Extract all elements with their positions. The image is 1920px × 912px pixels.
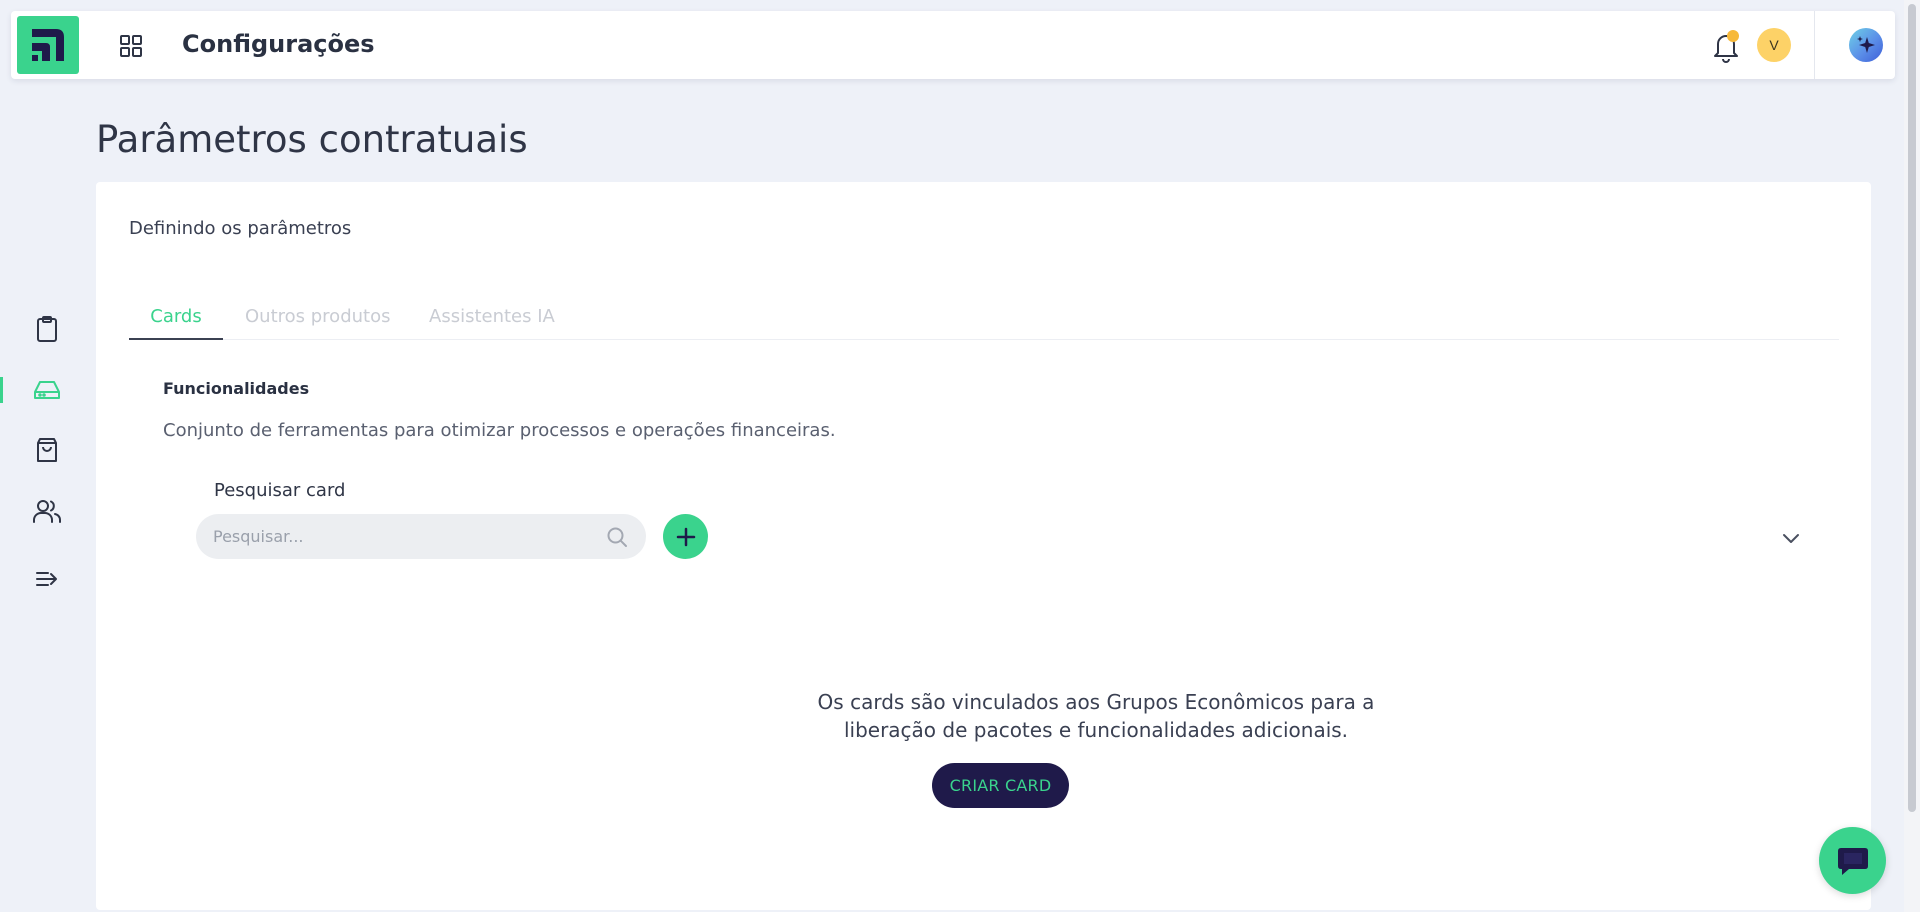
logo-icon: [32, 29, 64, 61]
sidebar-item-contracts[interactable]: [30, 312, 64, 346]
chevron-down-icon[interactable]: [1779, 526, 1803, 550]
top-divider: [1814, 11, 1815, 79]
app-title: Configurações: [182, 30, 375, 58]
card-subtitle: Definindo os parâmetros: [129, 218, 352, 239]
chat-bubble-icon: [1837, 847, 1868, 875]
clipboard-icon: [37, 316, 57, 342]
search-icon[interactable]: [606, 526, 628, 548]
chat-support-button[interactable]: [1819, 827, 1886, 894]
sparkle-icon: [1857, 36, 1875, 53]
add-card-button[interactable]: [663, 514, 708, 559]
notification-dot: [1727, 30, 1739, 42]
search-input[interactable]: [213, 514, 593, 559]
sidebar-item-collapse[interactable]: [30, 562, 64, 596]
users-icon: [33, 500, 62, 523]
search-box: [196, 514, 646, 559]
hard-drive-icon: [34, 381, 60, 399]
section-heading: Funcionalidades: [163, 379, 310, 398]
sidebar-active-indicator: [0, 377, 3, 403]
apps-grid-icon[interactable]: [118, 33, 144, 59]
tab-outros-produtos[interactable]: Outros produtos: [245, 306, 390, 340]
top-bar: Configurações V: [11, 11, 1895, 79]
scrollbar-thumb[interactable]: [1908, 4, 1916, 812]
tab-bar: Cards Outros produtos Assistentes IA: [129, 306, 1839, 340]
user-avatar[interactable]: V: [1757, 28, 1791, 62]
list-arrow-icon: [36, 572, 57, 586]
brand-logo[interactable]: [17, 16, 79, 74]
parameters-card: Definindo os parâmetros Cards Outros pro…: [96, 182, 1871, 910]
shopping-bag-icon: [37, 438, 57, 462]
ai-assistant-button[interactable]: [1849, 28, 1883, 62]
create-card-button[interactable]: CRIAR CARD: [932, 763, 1069, 808]
page-title: Parâmetros contratuais: [96, 118, 528, 161]
sidebar-item-users[interactable]: [30, 494, 64, 528]
sidebar-item-products[interactable]: [30, 433, 64, 467]
sidebar-item-parameters[interactable]: [30, 373, 64, 407]
empty-state-text: Os cards são vinculados aos Grupos Econô…: [696, 688, 1496, 744]
page-scrollbar[interactable]: [1904, 0, 1920, 912]
empty-state-line-2: liberação de pacotes e funcionalidades a…: [843, 718, 1349, 742]
plus-icon: [676, 527, 695, 546]
section-description: Conjunto de ferramentas para otimizar pr…: [163, 420, 836, 441]
search-label: Pesquisar card: [214, 480, 346, 501]
empty-state-line-1: Os cards são vinculados aos Grupos Econô…: [817, 690, 1375, 714]
tab-assistentes-ia[interactable]: Assistentes IA: [429, 306, 555, 340]
tab-cards[interactable]: Cards: [129, 306, 223, 340]
